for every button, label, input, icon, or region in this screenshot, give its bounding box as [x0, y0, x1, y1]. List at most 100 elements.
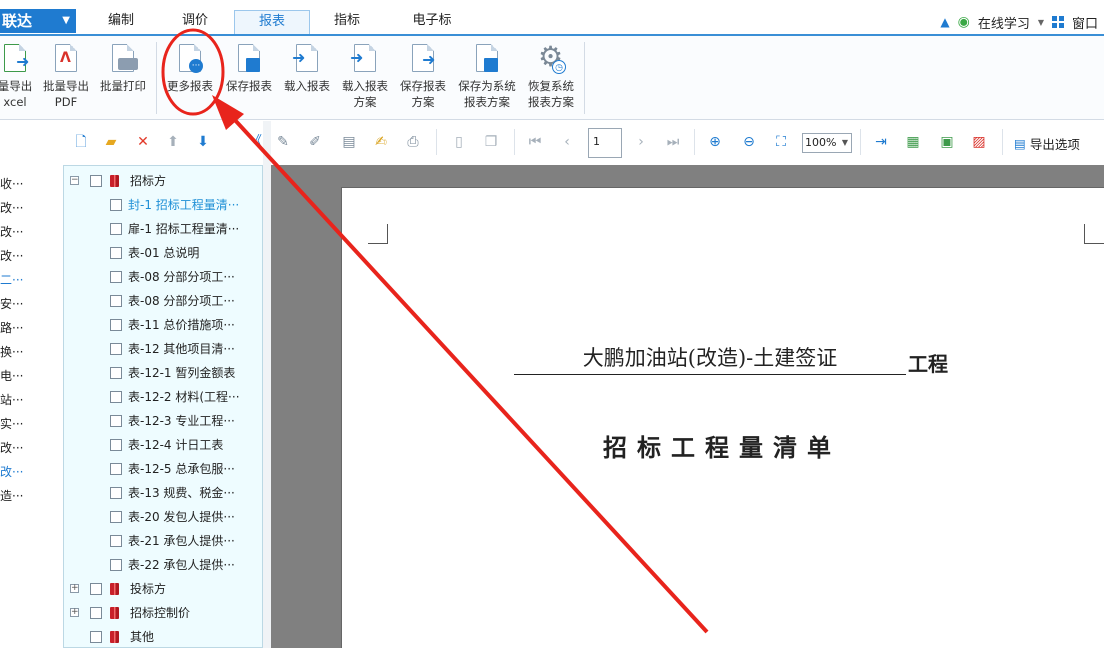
checkbox[interactable] [110, 343, 122, 355]
add-folder-icon[interactable]: ▰ [102, 133, 120, 151]
left-nav-item[interactable]: 改··· [0, 199, 23, 216]
load-report-scheme-button[interactable]: ➜ 载入报表 方案 [338, 42, 392, 110]
export-icon[interactable]: ⇥ [872, 133, 890, 151]
left-nav-item[interactable]: 路··· [0, 319, 23, 336]
tab-e-bid[interactable]: 电子标 [400, 10, 464, 34]
tree-group-control-price[interactable]: + 招标控制价 [64, 602, 262, 624]
tree-item[interactable]: 表-12-2 材料(工程··· [64, 386, 262, 408]
checkbox[interactable] [110, 319, 122, 331]
export-pdf-icon[interactable]: ▨ [970, 133, 988, 151]
delete-icon[interactable]: ✕ [134, 133, 152, 151]
checkbox[interactable] [90, 631, 102, 643]
left-nav-item[interactable]: 实··· [0, 415, 23, 432]
left-nav-item[interactable]: 换··· [0, 343, 23, 360]
tab-edit[interactable]: 编制 [96, 10, 146, 34]
single-page-icon[interactable]: ▯ [450, 133, 468, 151]
move-up-icon[interactable]: ⬆ [164, 133, 182, 151]
tree-item[interactable]: 表-12-1 暂列金额表 [64, 362, 262, 384]
tree-item[interactable]: 表-08 分部分项工··· [64, 266, 262, 288]
checkbox[interactable] [110, 367, 122, 379]
left-nav-item[interactable]: 改··· [0, 223, 23, 240]
multi-page-icon[interactable]: ❐ [482, 133, 500, 151]
print-icon[interactable]: ⎙ [404, 133, 422, 151]
tree-item[interactable]: 表-12-4 计日工表 [64, 434, 262, 456]
page-setup-icon[interactable]: ▤ [340, 133, 358, 151]
checkbox[interactable] [90, 607, 102, 619]
checkbox[interactable] [110, 295, 122, 307]
checkbox[interactable] [110, 463, 122, 475]
more-reports-button[interactable]: ··· 更多报表 [162, 42, 218, 94]
chevron-up-icon[interactable]: ▲ [940, 15, 949, 29]
edit-note-icon[interactable]: ✍ [372, 133, 390, 151]
load-report-button[interactable]: ➜ 载入报表 [280, 42, 334, 94]
tree-item[interactable]: 表-08 分部分项工··· [64, 290, 262, 312]
tree-group-bidder[interactable]: − 招标方 [64, 170, 262, 192]
tree-item[interactable]: 表-12-3 专业工程··· [64, 410, 262, 432]
save-as-system-scheme-button[interactable]: 保存为系统 报表方案 [454, 42, 520, 110]
left-nav-item[interactable]: 改··· [0, 463, 23, 480]
checkbox[interactable] [110, 487, 122, 499]
first-page-icon[interactable]: ⏮ [526, 133, 544, 151]
tree-group-tenderer[interactable]: + 投标方 [64, 578, 262, 600]
checkbox[interactable] [110, 223, 122, 235]
checkbox[interactable] [110, 391, 122, 403]
tab-index[interactable]: 指标 [322, 10, 372, 34]
tree-item[interactable]: 表-11 总价措施项··· [64, 314, 262, 336]
batch-export-excel-button[interactable]: ➜ 量导出 xcel [0, 42, 38, 110]
tree-item[interactable]: 扉-1 招标工程量清··· [64, 218, 262, 240]
design-icon[interactable]: ✐ [306, 133, 324, 151]
page-number-input[interactable]: 1 [588, 128, 622, 158]
collapse-tree-icon[interactable]: 《 [246, 133, 264, 151]
tree-item[interactable]: 表-12-5 总承包服··· [64, 458, 262, 480]
online-learning-link[interactable]: 在线学习 [978, 13, 1030, 32]
checkbox[interactable] [90, 583, 102, 595]
tab-report[interactable]: 报表 [234, 10, 310, 34]
left-nav-item[interactable]: 改··· [0, 439, 23, 456]
left-nav-item[interactable]: 安··· [0, 295, 23, 312]
checkbox[interactable] [110, 559, 122, 571]
tree-item[interactable]: 表-20 发包人提供··· [64, 506, 262, 528]
expand-icon[interactable]: + [70, 584, 79, 593]
checkbox[interactable] [90, 175, 102, 187]
left-nav-item[interactable]: 收··· [0, 175, 23, 192]
tree-item[interactable]: 表-13 规费、税金··· [64, 482, 262, 504]
restore-system-scheme-button[interactable]: ⚙ ◷ 恢复系统 报表方案 [522, 42, 580, 110]
window-menu[interactable]: 窗口 [1072, 13, 1098, 32]
expand-icon[interactable]: + [70, 608, 79, 617]
tree-item[interactable]: 表-12 其他项目清··· [64, 338, 262, 360]
left-nav-item[interactable]: 电··· [0, 367, 23, 384]
next-page-icon[interactable]: › [632, 133, 650, 151]
zoom-in-icon[interactable]: ⊕ [706, 133, 724, 151]
checkbox[interactable] [110, 511, 122, 523]
zoom-out-icon[interactable]: ⊖ [740, 133, 758, 151]
save-report-scheme-button[interactable]: ➜ 保存报表 方案 [396, 42, 450, 110]
move-down-icon[interactable]: ⬇ [194, 133, 212, 151]
checkbox[interactable] [110, 439, 122, 451]
tree-item[interactable]: 表-21 承包人提供··· [64, 530, 262, 552]
last-page-icon[interactable]: ⏭ [664, 133, 682, 151]
new-report-icon[interactable]: 🗋 [72, 133, 90, 151]
collapse-icon[interactable]: − [70, 176, 79, 185]
export-excel-alt-icon[interactable]: ▣ [938, 133, 956, 151]
tree-item[interactable]: 表-01 总说明 [64, 242, 262, 264]
left-nav-item[interactable]: 改··· [0, 247, 23, 264]
tab-adjust-price[interactable]: 调价 [170, 10, 220, 34]
prev-page-icon[interactable]: ‹ [558, 133, 576, 151]
batch-export-pdf-button[interactable]: ᐱ 批量导出 PDF [40, 42, 92, 110]
left-nav-item[interactable]: 造··· [0, 487, 23, 504]
tree-item[interactable]: 封-1 招标工程量清··· [64, 194, 262, 216]
batch-print-button[interactable]: 批量打印 [96, 42, 150, 94]
checkbox[interactable] [110, 415, 122, 427]
tree-group-other[interactable]: 其他 [64, 626, 262, 648]
save-report-button[interactable]: 保存报表 [222, 42, 276, 94]
checkbox[interactable] [110, 247, 122, 259]
fit-page-icon[interactable]: ⛶ [772, 133, 790, 151]
tree-item[interactable]: 表-22 承包人提供··· [64, 554, 262, 576]
left-nav-item[interactable]: 站··· [0, 391, 23, 408]
export-excel-icon[interactable]: ▦ [904, 133, 922, 151]
chevron-down-icon[interactable]: ▼ [1038, 18, 1044, 27]
edit-report-icon[interactable]: ✎ [274, 133, 292, 151]
export-options-button[interactable]: ▤ 导出选项 [1014, 134, 1080, 153]
panel-splitter[interactable] [263, 121, 271, 648]
checkbox[interactable] [110, 271, 122, 283]
